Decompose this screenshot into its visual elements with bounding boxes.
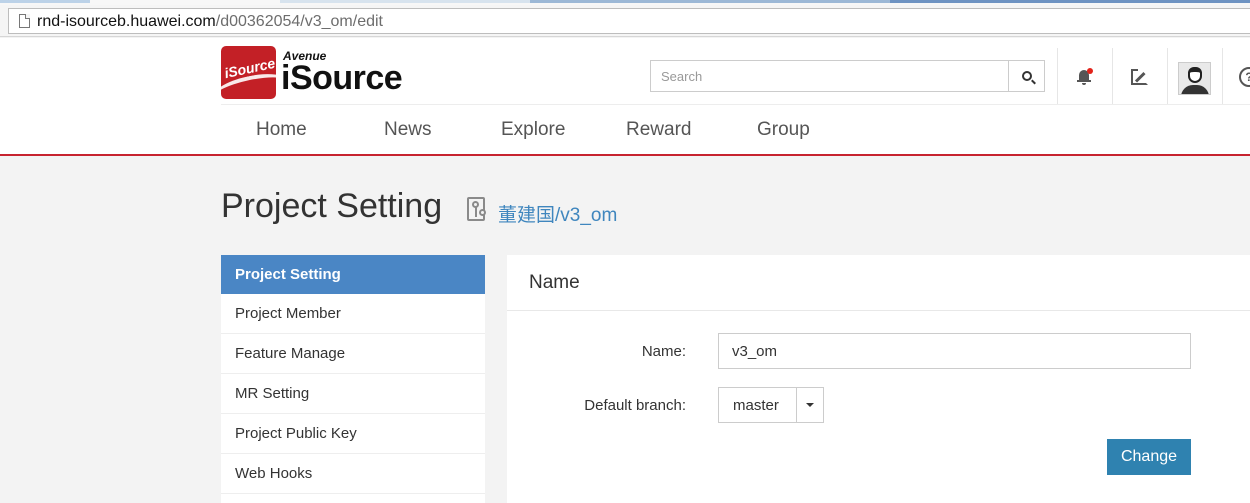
url-host: rnd-isourceb.huawei.com — [37, 13, 216, 30]
sidebar-item-project-setting[interactable]: Project Setting — [221, 255, 485, 294]
address-bar: rnd-isourceb.huawei.com/d00362054/v3_om/… — [0, 5, 1250, 37]
nav-explore[interactable]: Explore — [501, 119, 565, 141]
header-divider — [1057, 48, 1058, 104]
default-branch-label: Default branch: — [584, 397, 686, 414]
panel-title: Name — [529, 272, 580, 293]
search-icon — [1022, 71, 1032, 81]
url-text: rnd-isourceb.huawei.com/d00362054/v3_om/… — [37, 13, 383, 31]
user-avatar[interactable] — [1178, 62, 1211, 95]
header-divider — [1167, 48, 1168, 104]
nav-reward[interactable]: Reward — [626, 119, 691, 141]
page-icon — [19, 14, 30, 28]
browser-tab[interactable] — [280, 0, 530, 3]
sidebar-item-feature-manage[interactable]: Feature Manage — [221, 334, 485, 374]
notification-bell-icon[interactable] — [1076, 68, 1093, 86]
default-branch-select[interactable]: master — [718, 387, 824, 423]
nav-divider — [221, 104, 1250, 105]
edit-icon[interactable] — [1131, 69, 1148, 85]
project-name-input[interactable] — [718, 333, 1191, 369]
header-divider — [1222, 48, 1223, 104]
url-field[interactable]: rnd-isourceb.huawei.com/d00362054/v3_om/… — [8, 8, 1250, 34]
search-input[interactable] — [650, 60, 1009, 92]
sidebar-item-web-hooks[interactable]: Web Hooks — [221, 454, 485, 494]
nav-group[interactable]: Group — [757, 119, 810, 141]
repository-icon — [467, 197, 489, 223]
browser-tab[interactable] — [890, 0, 1250, 3]
default-branch-value: master — [733, 397, 779, 414]
sidebar-item-project-member[interactable]: Project Member — [221, 294, 485, 334]
header-divider — [1112, 48, 1113, 104]
chevron-down-icon[interactable] — [806, 403, 814, 407]
select-divider — [796, 388, 797, 422]
panel-divider — [507, 310, 1250, 311]
nav-home[interactable]: Home — [256, 119, 307, 141]
browser-tab[interactable] — [530, 0, 890, 3]
url-path: /d00362054/v3_om/edit — [215, 13, 383, 30]
change-button[interactable]: Change — [1107, 439, 1191, 475]
sidebar-item-mr-setting[interactable]: MR Setting — [221, 374, 485, 414]
page-title: Project Setting — [221, 187, 443, 225]
search-button[interactable] — [1008, 60, 1045, 92]
logo-name[interactable]: iSource — [281, 59, 403, 98]
notification-dot — [1087, 68, 1093, 74]
sidebar-item-project-public-key[interactable]: Project Public Key — [221, 414, 485, 454]
help-icon[interactable]: ? — [1239, 67, 1250, 87]
name-settings-panel: Name Name: Default branch: master Change — [507, 255, 1250, 503]
settings-sidebar: Project Setting Project Member Feature M… — [221, 255, 485, 503]
nav-news[interactable]: News — [384, 119, 432, 141]
isource-logo-icon[interactable]: iSource — [221, 46, 276, 99]
site-header: iSource Avenue iSource ? Home News Explo… — [0, 38, 1250, 156]
browser-tab[interactable] — [0, 0, 90, 3]
repository-link[interactable]: 董建国/v3_om — [498, 200, 617, 227]
name-label: Name: — [641, 343, 686, 360]
